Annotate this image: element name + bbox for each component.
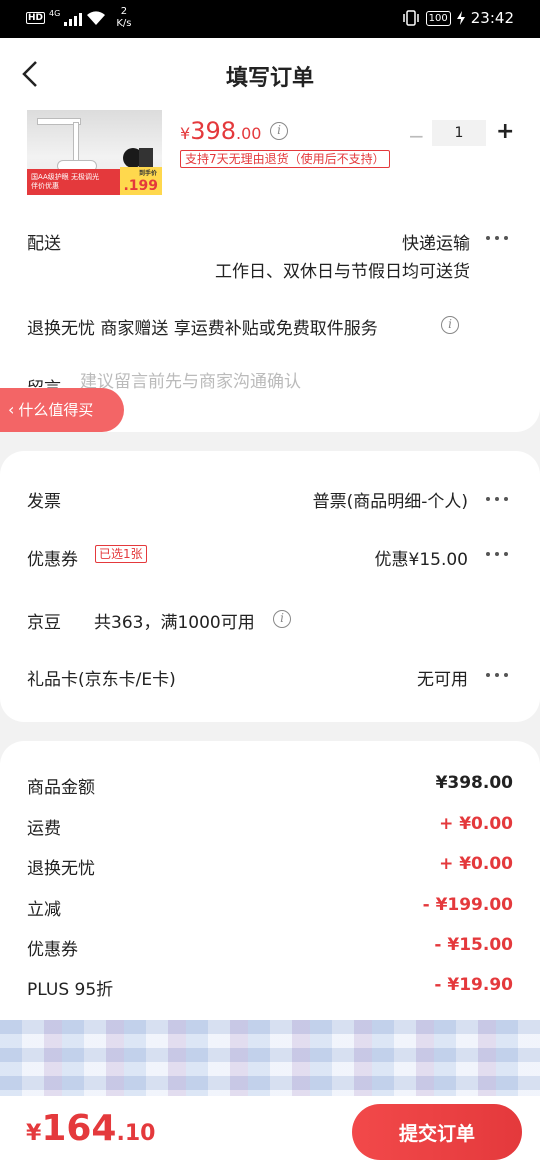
message-input[interactable] — [80, 372, 380, 392]
coupon-selected-badge: 已选1张 — [95, 545, 147, 563]
wifi-icon — [87, 11, 106, 25]
total-price: ¥164.10 — [26, 1108, 156, 1149]
status-bar: HD 4G 2 K/s 100 23:42 — [0, 0, 540, 38]
network-speed: 2 K/s — [116, 6, 132, 29]
summary-value: + ¥0.00 — [439, 814, 513, 834]
product-image-price-tag: 到手价 .199 — [120, 167, 162, 195]
product-image[interactable]: 国AA级护眼 无极调光 伴价优惠 到手价 .199 — [27, 110, 162, 195]
jingdou-label: 京豆 — [27, 613, 61, 633]
summary-value: ¥398.00 — [435, 773, 513, 793]
summary-label: 退换无忧 — [27, 859, 95, 879]
submit-order-button[interactable]: 提交订单 — [352, 1104, 522, 1160]
product-price: ¥398.00 — [180, 117, 262, 145]
summary-label: 商品金额 — [27, 778, 95, 798]
summary-label: 立减 — [27, 900, 61, 920]
smzdm-float-tab[interactable]: ‹ 什么值得买 — [0, 388, 124, 432]
chevron-left-icon: ‹ — [8, 400, 15, 419]
jingdou-value: 共363，满1000可用 — [94, 613, 255, 633]
return-policy-badge: 支持7天无理由退货（使用后不支持） — [180, 150, 390, 168]
summary-label: 运费 — [27, 819, 61, 839]
summary-value: - ¥19.90 — [434, 975, 513, 995]
hd-badge: HD — [26, 12, 46, 24]
page-title: 填写订单 — [225, 66, 314, 91]
jingdou-info-icon[interactable]: i — [273, 610, 291, 628]
price-info-icon[interactable]: i — [270, 122, 288, 140]
quantity-input[interactable]: 1 — [432, 120, 486, 146]
service-description: 退换无忧 商家赠送 享运费补贴或免费取件服务 — [27, 319, 378, 339]
invoice-more-icon[interactable] — [486, 497, 508, 501]
summary-label: PLUS 95折 — [27, 980, 114, 1000]
service-info-icon[interactable]: i — [441, 316, 459, 334]
giftcard-value[interactable]: 无可用 — [417, 665, 468, 690]
invoice-label: 发票 — [27, 492, 61, 512]
blurred-region — [0, 1020, 540, 1104]
delivery-more-icon[interactable] — [486, 236, 508, 240]
signal-icon — [64, 10, 83, 26]
delivery-label: 配送 — [27, 234, 61, 254]
quantity-increase-button[interactable]: + — [496, 119, 514, 144]
summary-value: - ¥15.00 — [434, 935, 513, 955]
delivery-schedule: 工作日、双休日与节假日均可送货 — [215, 262, 470, 282]
battery-icon: 100 — [425, 10, 451, 26]
summary-value: + ¥0.00 — [439, 854, 513, 874]
checkout-bar: ¥164.10 提交订单 — [0, 1096, 540, 1170]
charging-icon — [456, 11, 465, 25]
summary-value: - ¥199.00 — [422, 895, 513, 915]
network-type: 4G — [49, 9, 61, 18]
invoice-value[interactable]: 普票(商品明细-个人) — [313, 487, 468, 512]
vibrate-icon — [402, 10, 419, 26]
coupon-value[interactable]: 优惠¥15.00 — [375, 545, 468, 570]
clock: 23:42 — [470, 9, 514, 27]
header: 填写订单 — [0, 38, 540, 110]
delivery-method[interactable]: 快递运输 — [402, 229, 470, 254]
summary-label: 优惠券 — [27, 940, 78, 960]
quantity-decrease-button[interactable]: − — [408, 124, 425, 148]
giftcard-more-icon[interactable] — [486, 673, 508, 677]
coupon-label: 优惠券 — [27, 550, 78, 570]
coupon-more-icon[interactable] — [486, 552, 508, 556]
giftcard-label: 礼品卡(京东卡/E卡) — [27, 670, 176, 690]
